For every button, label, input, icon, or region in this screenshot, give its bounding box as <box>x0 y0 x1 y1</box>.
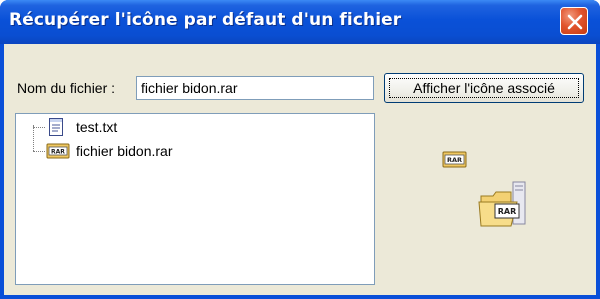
file-tree[interactable]: test.txt RAR fichier bidon.rar <box>15 113 375 285</box>
tree-item-label: test.txt <box>76 119 118 135</box>
dialog-body: Nom du fichier : fichier bidon.rar Affic… <box>4 44 596 295</box>
dialog-window: Récupérer l'icône par défaut d'un fichie… <box>0 0 600 299</box>
filename-input[interactable]: fichier bidon.rar <box>136 76 374 100</box>
rar-archive-icon: RAR <box>442 151 467 168</box>
focus-rectangle <box>389 78 579 98</box>
svg-text:RAR: RAR <box>498 207 517 216</box>
window-title: Récupérer l'icône par défaut d'un fichie… <box>9 10 402 30</box>
show-icon-button[interactable]: Afficher l'icône associé <box>384 73 584 103</box>
close-button[interactable] <box>560 7 588 35</box>
tree-connector <box>33 125 34 151</box>
svg-text:RAR: RAR <box>51 149 65 156</box>
tree-connector <box>33 151 45 152</box>
close-icon <box>567 14 583 30</box>
rar-archive-icon: RAR <box>46 143 70 159</box>
rar-folder-archive-icon: RAR <box>478 181 526 227</box>
tree-item-label: fichier bidon.rar <box>76 143 173 159</box>
title-bar[interactable]: Récupérer l'icône par défaut d'un fichie… <box>0 0 600 44</box>
tree-connector <box>33 127 45 128</box>
filename-label: Nom du fichier : <box>17 80 116 96</box>
text-file-icon <box>49 118 63 136</box>
svg-text:RAR: RAR <box>447 156 462 164</box>
